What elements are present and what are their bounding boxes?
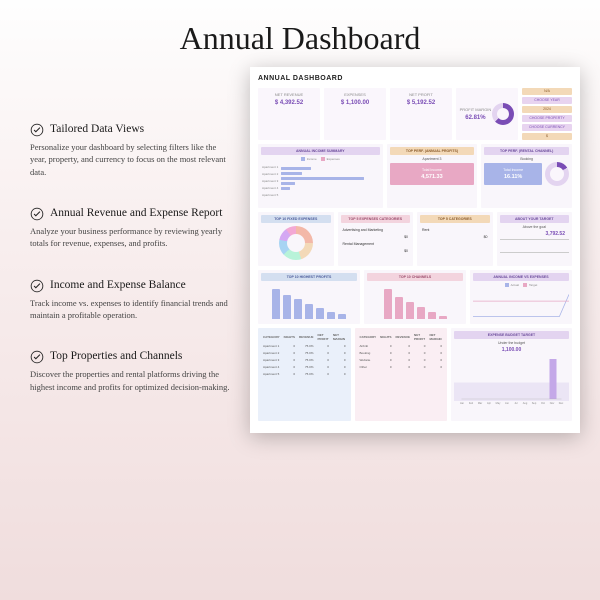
filter-pill[interactable]: CHOOSE YEAR	[522, 97, 572, 104]
feature-desc: Personalize your dashboard by selecting …	[30, 141, 230, 178]
kpi-card: EXPENSES $ 1,100.00	[324, 88, 386, 140]
panel-top-cat-inc: TOP 5 CATEGORIES Rent $0	[417, 212, 493, 266]
x-axis: JanFebMarAprMayJunJulAugSepOctNovDec	[454, 401, 569, 406]
stat-box: Total Income 16.11%	[484, 163, 542, 185]
table-row: Airbnb0000	[358, 342, 445, 349]
panel-inc-exp: ANNUAL INCOME VS EXPENSES ActualTarget	[470, 270, 572, 324]
panel-title: TOP PERF. (Annual Profits)	[390, 147, 475, 155]
filter-column: N/A CHOOSE YEAR 2024 CHOOSE PROPERTY CHO…	[522, 88, 572, 140]
check-circle-icon	[30, 350, 44, 364]
filter-pill[interactable]: N/A	[522, 88, 572, 95]
panel-table-props: CATEGORYNIGHTSREVENUENET PROFITNET MARGI…	[258, 328, 351, 421]
panel-title: TOP 10 FIXED EXPENSES	[261, 215, 331, 223]
stat-box: Total Income 4,571.33	[390, 163, 475, 185]
table-row: Apartment 5075.0%00	[261, 370, 348, 377]
panel-top-prop-inc: TOP 10 HIGHEST PROFITS	[258, 270, 360, 324]
filter-pill[interactable]: CHOOSE PROPERTY	[522, 115, 572, 122]
panel-top-expenses: TOP 10 FIXED EXPENSES	[258, 212, 334, 266]
panel-title: ANNUAL INCOME VS EXPENSES	[473, 273, 569, 281]
feature-item: Annual Revenue and Expense Report Analyz…	[30, 206, 230, 250]
goal-value: 3,792.52	[500, 229, 570, 239]
kpi-value: $ 1,100.00	[327, 100, 383, 106]
feature-item: Income and Expense Balance Track income …	[30, 278, 230, 322]
panel-top-cat-exp: TOP 5 EXPENSES CATEGORIES Advertising an…	[338, 212, 414, 266]
table-row: Apartment 3075.0%00	[261, 356, 348, 363]
panel-top-property: TOP PERF. (Annual Profits) Apartment 3 T…	[387, 144, 478, 208]
donut-icon	[545, 162, 569, 186]
table-row: Other0000	[358, 363, 445, 370]
feature-desc: Discover the properties and rental platf…	[30, 368, 230, 393]
filter-pill[interactable]: CHOOSE CURRENCY	[522, 124, 572, 131]
pie-chart-icon	[279, 226, 313, 260]
kpi-label: PROFIT MARGIN	[460, 107, 492, 112]
feature-title: Top Properties and Channels	[50, 349, 182, 364]
feature-title: Annual Revenue and Expense Report	[50, 206, 222, 221]
feature-desc: Track income vs. expenses to identify fi…	[30, 297, 230, 322]
kpi-card: PROFIT MARGIN 62.81%	[456, 88, 518, 140]
table-row: Apartment 1075.0%00	[261, 342, 348, 349]
line-chart-icon	[473, 289, 569, 319]
kpi-value: $ 5,192.52	[393, 100, 449, 106]
kpi-value: $ 4,392.52	[261, 100, 317, 106]
table-row: Booking0000	[358, 349, 445, 356]
panel-title: TOP 10 CHANNELS	[367, 273, 463, 281]
kpi-card: NET PROFIT $ 5,192.52	[390, 88, 452, 140]
data-table: CATEGORYNIGHTSREVENUENET PROFITNET MARGI…	[358, 331, 445, 370]
panel-top-channel: TOP PERF. (Rental Channel) Booking Total…	[481, 144, 572, 208]
features-list: Tailored Data Views Personalize your das…	[30, 67, 230, 433]
panel-budget: EXPENSE BUDGET TARGET Under the budget 1…	[451, 328, 572, 421]
kpi-row: NET REVENUE $ 4,392.52 EXPENSES $ 1,100.…	[258, 88, 572, 140]
feature-title: Tailored Data Views	[50, 122, 144, 137]
panel-title: TOP 10 HIGHEST PROFITS	[261, 273, 357, 281]
table-row: Website0000	[358, 356, 445, 363]
bar-chart	[367, 283, 463, 321]
dashboard-preview: ANNUAL DASHBOARD NET REVENUE $ 4,392.52 …	[250, 67, 580, 433]
legend: IncomeExpenses	[261, 157, 380, 161]
check-circle-icon	[30, 123, 44, 137]
feature-title: Income and Expense Balance	[50, 278, 186, 293]
table-row: Apartment 2075.0%00	[261, 349, 348, 356]
panel-title: ABOUT YOUR TARGET	[500, 215, 570, 223]
check-circle-icon	[30, 207, 44, 221]
filter-pill[interactable]: 2024	[522, 106, 572, 113]
panel-table-channels: CATEGORYNIGHTSREVENUENET PROFITNET MARGI…	[355, 328, 448, 421]
kpi-card: NET REVENUE $ 4,392.52	[258, 88, 320, 140]
dashboard-heading: ANNUAL DASHBOARD	[258, 75, 572, 82]
hbar-chart: Apartment 1 Apartment 2 Apartment 3 Apar…	[261, 163, 380, 205]
top-name: Apartment 3	[390, 157, 475, 161]
data-table: CATEGORYNIGHTSREVENUENET PROFITNET MARGI…	[261, 331, 348, 377]
panel-top-chan-inc: TOP 10 CHANNELS	[364, 270, 466, 324]
feature-desc: Analyze your business performance by rev…	[30, 225, 230, 250]
bar-chart	[261, 283, 357, 321]
page-title: Annual Dashboard	[0, 0, 600, 67]
panel-title: TOP PERF. (Rental Channel)	[484, 147, 569, 155]
legend: ActualTarget	[473, 283, 569, 287]
feature-item: Tailored Data Views Personalize your das…	[30, 122, 230, 178]
filter-pill[interactable]: $	[522, 133, 572, 140]
area-chart	[454, 355, 569, 401]
check-circle-icon	[30, 279, 44, 293]
kpi-value: 62.81%	[460, 115, 492, 121]
panel-title: ANNUAL INCOME SUMMARY	[261, 147, 380, 155]
kpi-label: EXPENSES	[327, 92, 383, 97]
panel-title: TOP 5 CATEGORIES	[420, 215, 490, 223]
panel-goal: ABOUT YOUR TARGET Above the goal 3,792.5…	[497, 212, 573, 266]
feature-item: Top Properties and Channels Discover the…	[30, 349, 230, 393]
kpi-label: NET REVENUE	[261, 92, 317, 97]
donut-icon	[492, 103, 514, 125]
panel-title: TOP 5 EXPENSES CATEGORIES	[341, 215, 411, 223]
table-row: Apartment 4075.0%00	[261, 363, 348, 370]
panel-title: EXPENSE BUDGET TARGET	[454, 331, 569, 339]
kpi-label: NET PROFIT	[393, 92, 449, 97]
panel-income-summary: ANNUAL INCOME SUMMARY IncomeExpenses Apa…	[258, 144, 383, 208]
budget-value: 1,100.00	[454, 345, 569, 355]
